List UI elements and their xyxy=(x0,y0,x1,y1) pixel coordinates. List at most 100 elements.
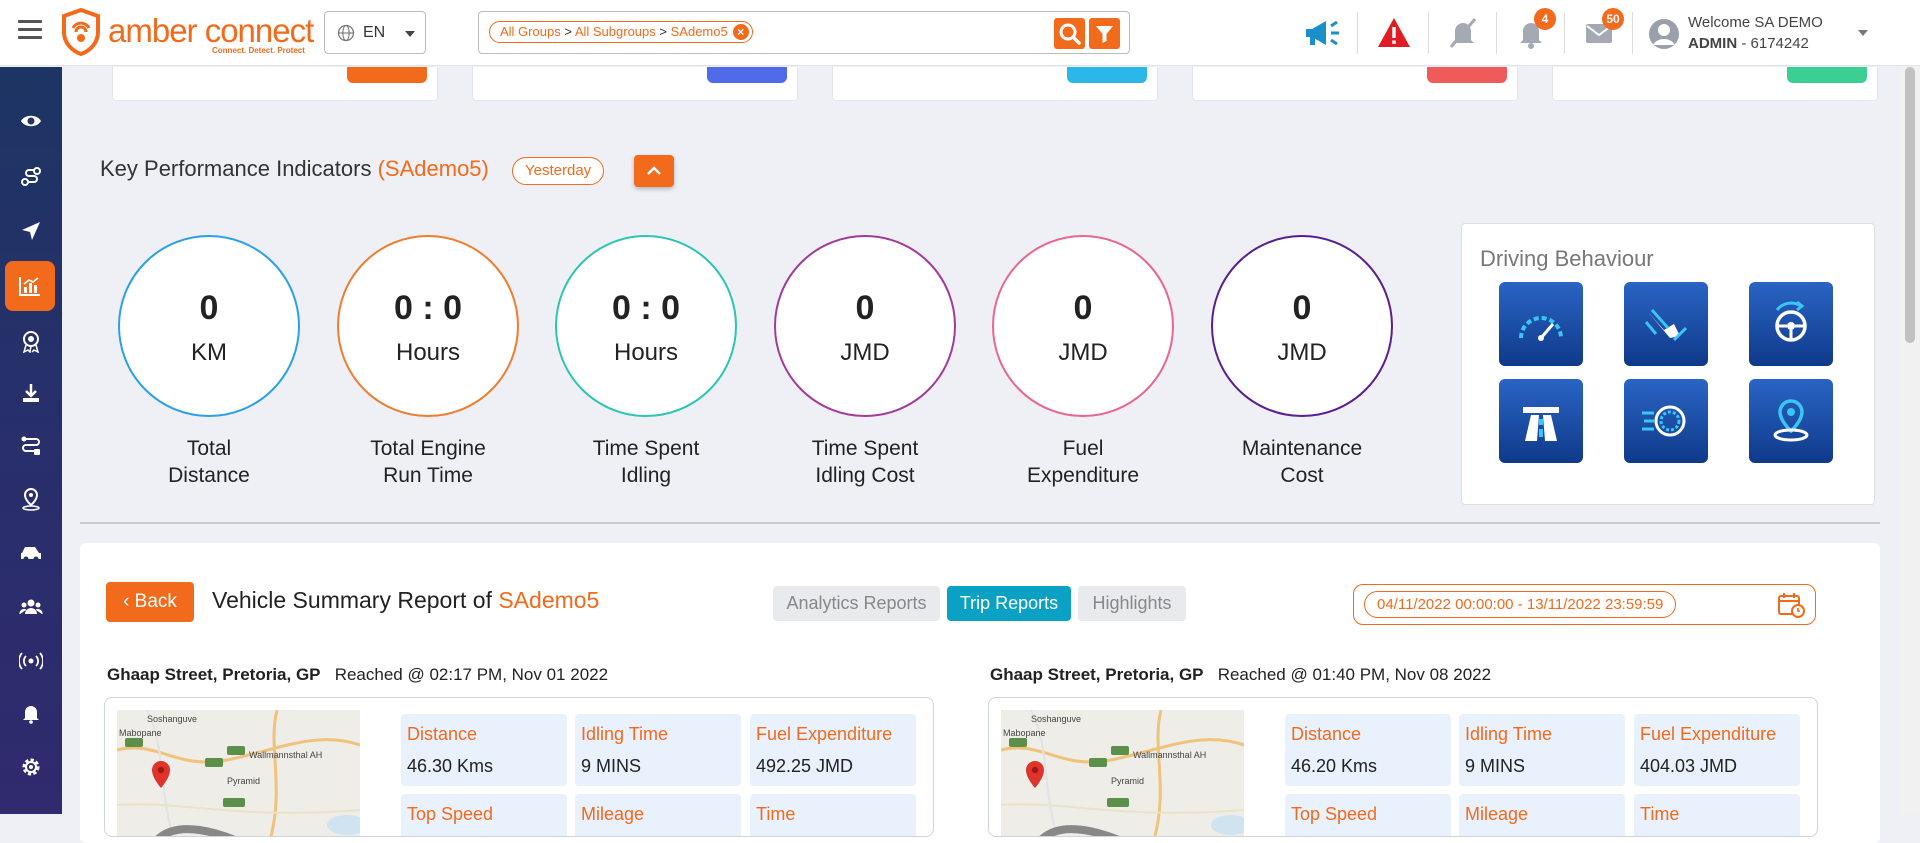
back-button[interactable]: ‹ Back xyxy=(106,582,194,622)
report-title: Vehicle Summary Report of SAdemo5 xyxy=(212,587,599,614)
tab-analytics-reports[interactable]: Analytics Reports xyxy=(773,586,940,621)
vehicle-icon xyxy=(21,547,41,562)
brand-name: amber connect xyxy=(108,12,314,49)
kpi-label: Total Distance xyxy=(118,435,300,489)
kpi-ring: 0 JMD xyxy=(774,235,956,417)
filter-subgroup[interactable]: All Subgroups xyxy=(575,24,656,39)
highway-driving-tile[interactable] xyxy=(1499,379,1583,463)
notifications-button[interactable]: 4 xyxy=(1514,8,1556,50)
sidebar-item-routes[interactable] xyxy=(0,153,62,201)
kpi-ring: 0 JMD xyxy=(1211,235,1393,417)
kpi-title-text: Key Performance Indicators xyxy=(100,156,372,181)
filter-vehicle[interactable]: SAdemo5 xyxy=(671,24,728,39)
analytics-icon xyxy=(19,277,40,296)
sidebar-item-vehicles[interactable] xyxy=(0,529,62,577)
search-button[interactable] xyxy=(1054,18,1085,49)
stat-value: 9 MINS xyxy=(1465,756,1526,776)
toolbar-divider xyxy=(1632,12,1633,54)
date-range-picker[interactable]: 04/11/2022 00:00:00 - 13/11/2022 23:59:5… xyxy=(1353,584,1816,625)
tab-highlights[interactable]: Highlights xyxy=(1078,586,1186,621)
sidebar-item-downloads[interactable] xyxy=(0,369,62,417)
kpi-label-line: Idling xyxy=(620,464,672,487)
sidebar-item-devices[interactable] xyxy=(0,637,62,685)
kpi-value: 0 xyxy=(199,289,219,327)
kpi-ring: 0 KM xyxy=(118,235,300,417)
filter-breadcrumb-pill[interactable]: All Groups > All Subgroups > SAdemo5 × xyxy=(489,21,753,43)
harsh-cornering-tile[interactable] xyxy=(1749,282,1833,366)
clear-filter-icon[interactable]: × xyxy=(732,24,749,40)
filter-funnel-icon xyxy=(1096,26,1113,43)
announcement-button[interactable] xyxy=(1302,16,1339,50)
toolbar-divider xyxy=(1428,12,1429,54)
trip-place: Ghaap Street, Pretoria, GP xyxy=(107,665,321,684)
trip-card[interactable]: Soshanguve Mabopane Wallmannsthal AH Pyr… xyxy=(104,697,934,837)
summary-card-button[interactable] xyxy=(1427,67,1507,83)
sidebar-item-rewards[interactable] xyxy=(0,317,62,365)
summary-card-button[interactable] xyxy=(1787,67,1867,83)
filter-group[interactable]: All Groups xyxy=(500,24,561,39)
trip-stat-fuel-expenditure: Fuel Expenditure 492.25 JMD xyxy=(750,714,916,786)
section-divider xyxy=(80,522,1880,524)
trip-map[interactable]: Soshanguve Mabopane Wallmannsthal AH Pyr… xyxy=(1001,710,1244,836)
trip-stat-top-speed: Top Speed xyxy=(401,794,567,836)
filter-separator: > xyxy=(659,24,667,39)
kpi-period-badge[interactable]: Yesterday xyxy=(512,157,605,185)
report-vehicle-name: SAdemo5 xyxy=(498,587,600,613)
trip-stat-mileage: Mileage xyxy=(1459,794,1625,836)
summary-card-button[interactable] xyxy=(1067,67,1147,83)
sidebar-item-users[interactable] xyxy=(0,583,62,631)
warning-triangle-icon xyxy=(1378,18,1410,47)
hamburger-menu-icon[interactable] xyxy=(18,20,42,40)
collapse-kpi-button[interactable] xyxy=(634,155,674,187)
trip-stat-top-speed: Top Speed xyxy=(1285,794,1451,836)
bell-off-icon xyxy=(1449,18,1477,48)
steering-icon xyxy=(1775,300,1807,342)
rapid-acceleration-tile[interactable] xyxy=(1624,379,1708,463)
vehicle-filter-search[interactable]: All Groups > All Subgroups > SAdemo5 × xyxy=(478,11,1130,54)
trip-reached-time: Reached @ 01:40 PM, Nov 08 2022 xyxy=(1217,665,1492,684)
user-id: - 6174242 xyxy=(1741,35,1809,52)
map-label: Mabopane xyxy=(1003,728,1046,738)
trip-card[interactable]: Soshanguve Mabopane Wallmannsthal AH Pyr… xyxy=(988,697,1818,837)
user-menu[interactable]: Welcome SA DEMO ADMIN - 6174242 xyxy=(1648,12,1878,56)
kpi-label-line: Total xyxy=(186,437,232,460)
mute-button[interactable] xyxy=(1446,16,1482,50)
map-label: Mabopane xyxy=(119,728,162,738)
alerts-button[interactable] xyxy=(1376,16,1412,50)
summary-card-button[interactable] xyxy=(707,67,787,83)
harsh-braking-tile[interactable] xyxy=(1624,282,1708,366)
geofence-tile[interactable] xyxy=(1749,379,1833,463)
filter-button[interactable] xyxy=(1089,18,1120,49)
sidebar-item-navigation[interactable] xyxy=(0,207,62,255)
vehicle-summary-report: ‹ Back Vehicle Summary Report of SAdemo5… xyxy=(80,543,1880,843)
settings-icon xyxy=(22,758,40,776)
date-range-value[interactable]: 04/11/2022 00:00:00 - 13/11/2022 23:59:5… xyxy=(1364,591,1677,618)
kpi-label-line: Time Spent xyxy=(592,437,700,460)
sidebar-item-places[interactable] xyxy=(0,475,62,523)
user-role-name: ADMIN xyxy=(1688,35,1738,52)
page-scrollbar[interactable] xyxy=(1900,67,1920,814)
messages-button[interactable]: 50 xyxy=(1582,8,1624,50)
trip-stat-distance: Distance 46.20 Kms xyxy=(1285,714,1451,786)
filter-separator: > xyxy=(564,24,572,39)
kpi-value: 0 xyxy=(855,289,875,327)
brand-logo[interactable]: amber connect Connect. Detect. Protect xyxy=(60,8,314,56)
sidebar-item-settings[interactable] xyxy=(0,743,62,791)
trip-map[interactable]: Soshanguve Mabopane Wallmannsthal AH Pyr… xyxy=(117,710,360,836)
map-label: Pyramid xyxy=(1111,776,1145,786)
summary-card-button[interactable] xyxy=(347,67,427,83)
overspeed-tile[interactable] xyxy=(1499,282,1583,366)
tab-trip-reports[interactable]: Trip Reports xyxy=(947,586,1071,621)
map-label: Wallmannsthal AH xyxy=(1133,750,1207,760)
sidebar-item-trips[interactable] xyxy=(0,422,62,470)
kpi-value: 0 xyxy=(1292,289,1312,327)
sidebar-item-live-tracking[interactable] xyxy=(0,97,62,145)
calendar-icon[interactable] xyxy=(1777,592,1805,618)
amber-shield-icon xyxy=(62,8,100,56)
trip-stat-idling-time: Idling Time 9 MINS xyxy=(1459,714,1625,786)
sidebar-item-alerts[interactable] xyxy=(0,689,62,737)
sidebar-item-analytics[interactable] xyxy=(5,261,55,311)
kpi-total-distance: 0 KM Total Distance xyxy=(118,235,300,489)
language-select[interactable]: EN xyxy=(324,11,426,54)
scrollbar-thumb[interactable] xyxy=(1905,67,1915,343)
